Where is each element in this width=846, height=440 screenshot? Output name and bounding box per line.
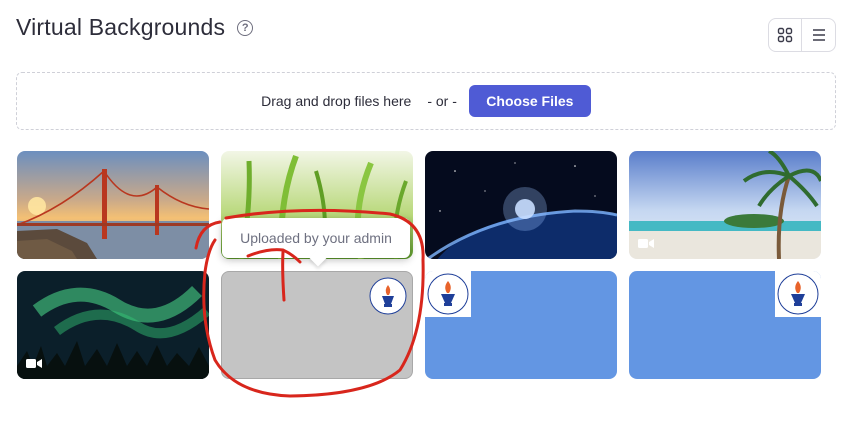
list-view-button[interactable] (802, 19, 835, 51)
file-dropzone[interactable]: Drag and drop files here - or - Choose F… (16, 72, 836, 130)
list-view-icon (812, 29, 825, 41)
council-logo-box (775, 271, 821, 317)
grid-view-icon (777, 27, 793, 43)
background-tile-aurora-borealis[interactable] (17, 271, 209, 379)
background-tile-golden-gate-bridge[interactable] (17, 151, 209, 259)
choose-files-button[interactable]: Choose Files (468, 85, 591, 117)
council-logo-icon (777, 273, 819, 315)
admin-upload-tooltip: Uploaded by your admin (222, 218, 410, 258)
council-logo-icon (427, 273, 469, 315)
background-tile-admin-blue-2[interactable] (629, 271, 821, 379)
background-tile-admin-gray[interactable] (221, 271, 413, 379)
council-logo-box (425, 271, 471, 317)
grid-view-button[interactable] (769, 19, 803, 51)
dropzone-text: Drag and drop files here (261, 93, 412, 109)
earth-from-space-image (425, 151, 617, 259)
page-header: Virtual Backgrounds ? (16, 14, 254, 41)
golden-gate-bridge-image (17, 151, 209, 259)
video-camera-icon (26, 359, 42, 368)
page-title: Virtual Backgrounds (16, 14, 226, 40)
view-toggle (768, 18, 836, 52)
dropzone-or-text: - or - (427, 93, 457, 109)
beach-palm-image (629, 151, 821, 259)
council-logo-icon (369, 277, 407, 315)
question-circle-icon[interactable]: ? (237, 19, 254, 36)
background-tile-beach-palm[interactable] (629, 151, 821, 259)
aurora-borealis-image (17, 271, 209, 379)
background-tile-admin-blue-1[interactable] (425, 271, 617, 379)
background-tile-earth-from-space[interactable] (425, 151, 617, 259)
tooltip-text: Uploaded by your admin (240, 230, 392, 246)
video-camera-icon (638, 239, 654, 248)
